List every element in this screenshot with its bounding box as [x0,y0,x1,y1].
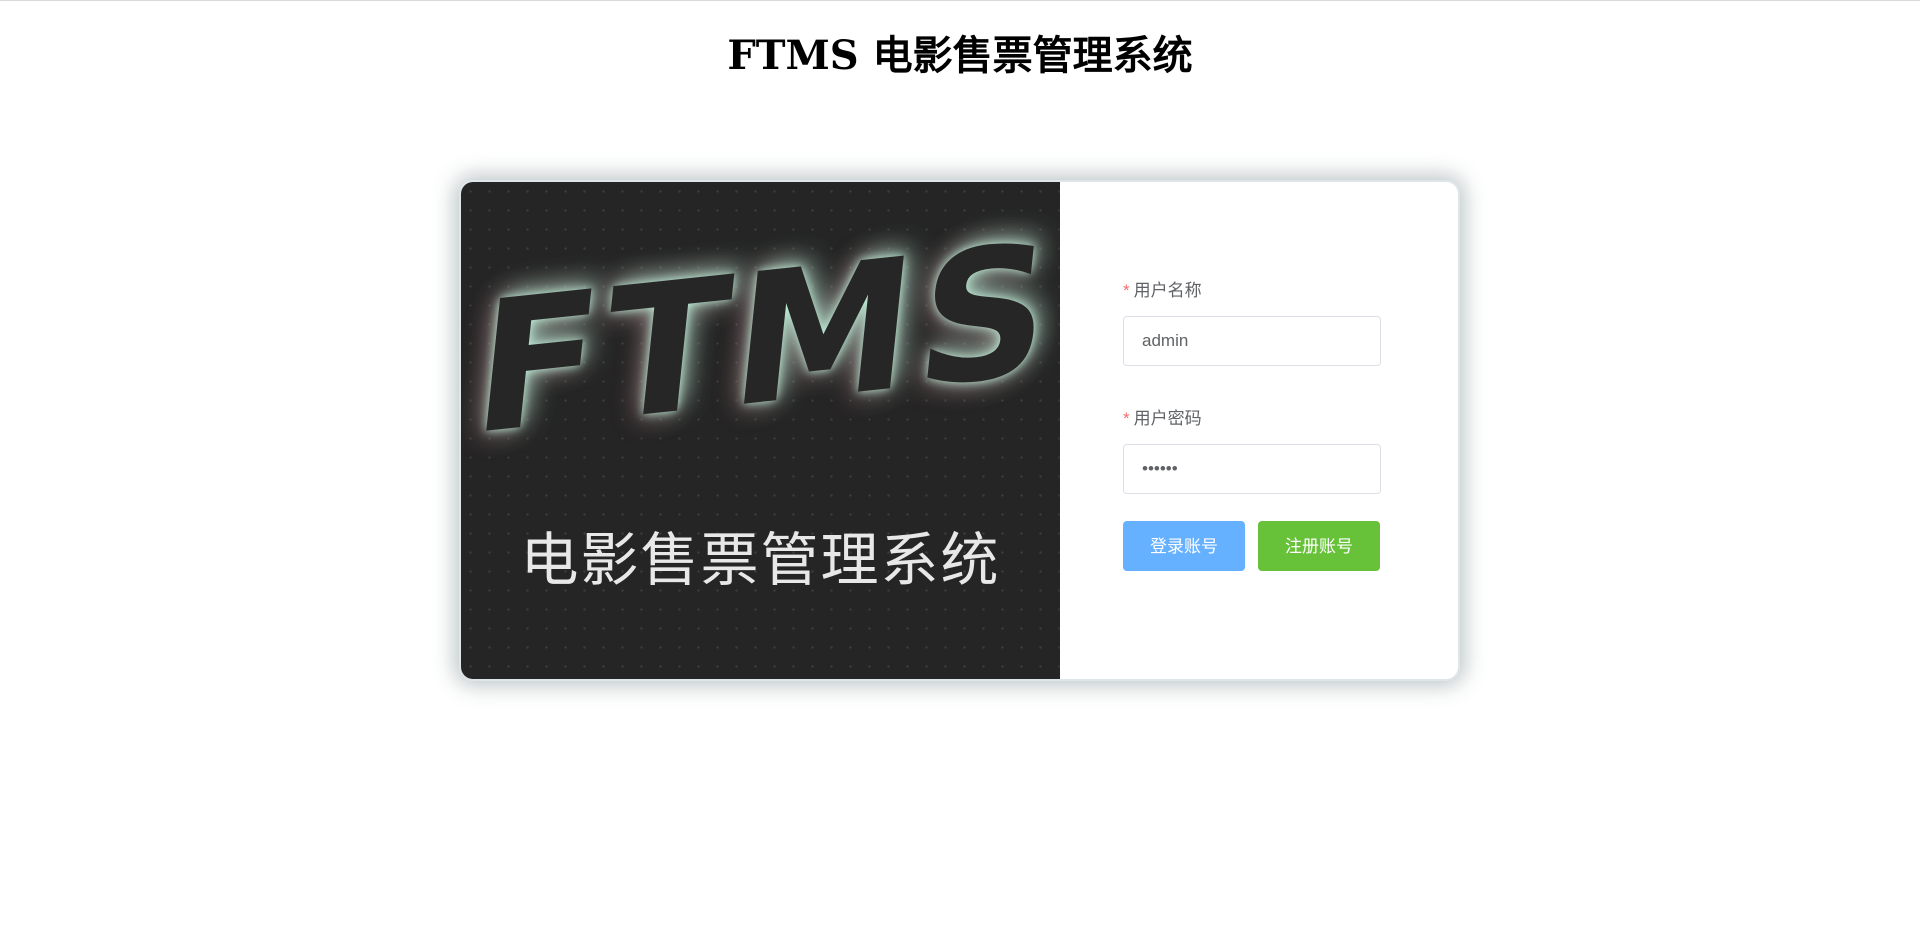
banner-subtitle: 电影售票管理系统 [520,526,1001,594]
page-title: FTMS 电影售票管理系统 [727,32,1193,79]
top-border [0,0,1920,1]
register-button[interactable]: 注册账号 [1258,521,1380,571]
login-card: FTMS FTMS FTMS FTMS 电影售票管理系统 *用户名称 *用户密码… [459,180,1460,681]
ftms-logo: FTMS FTMS FTMS FTMS [461,198,1060,476]
password-label-text: 用户密码 [1133,409,1202,428]
required-mark: * [1123,409,1130,428]
logo-text: FTMS [465,203,1060,476]
login-button[interactable]: 登录账号 [1123,521,1245,571]
login-form: *用户名称 *用户密码 登录账号 注册账号 [1123,182,1383,679]
username-label-text: 用户名称 [1133,281,1202,300]
username-label: * 用户名称 [1123,280,1202,302]
password-input[interactable] [1123,444,1381,494]
username-input[interactable] [1123,316,1381,366]
password-label: * 用户密码 [1123,408,1202,430]
banner-image: FTMS FTMS FTMS FTMS 电影售票管理系统 [461,182,1060,679]
required-mark: * [1123,281,1130,300]
